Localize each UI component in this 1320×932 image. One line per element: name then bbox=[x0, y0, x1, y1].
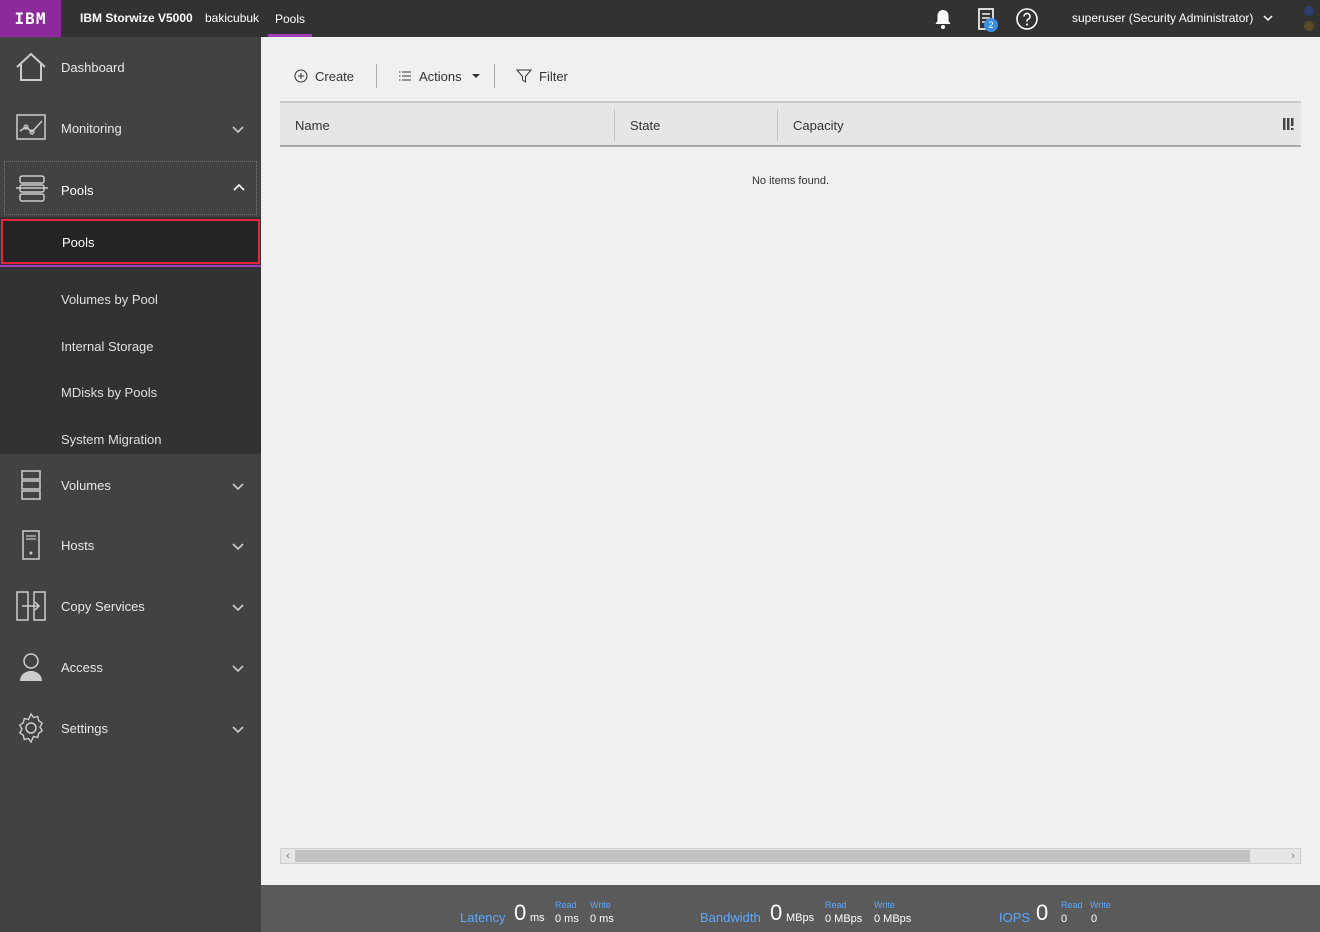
hosts-icon bbox=[22, 530, 40, 560]
submenu-item-label: Internal Storage bbox=[61, 339, 154, 354]
gear-icon bbox=[18, 712, 44, 744]
sidebar-item-pools[interactable]: Pools bbox=[4, 161, 257, 215]
submenu-item-mdisks-by-pools[interactable]: MDisks by Pools bbox=[0, 370, 261, 416]
sidebar-item-settings[interactable]: Settings bbox=[0, 698, 261, 758]
toolbar-divider bbox=[376, 64, 377, 88]
latency-write-value: 0 ms bbox=[590, 913, 614, 925]
filter-label: Filter bbox=[539, 68, 568, 84]
sidebar-item-label: Pools bbox=[61, 183, 94, 198]
iops-read-value: 0 bbox=[1061, 913, 1068, 925]
create-button[interactable]: Create bbox=[294, 66, 354, 86]
submenu-item-label: Volumes by Pool bbox=[61, 292, 158, 307]
scroll-right-icon[interactable]: › bbox=[1286, 849, 1300, 863]
bandwidth-write-label: Write bbox=[874, 900, 895, 910]
actions-label: Actions bbox=[419, 68, 462, 84]
bandwidth-write-value: 0 MBps bbox=[874, 913, 912, 925]
submenu-item-internal-storage[interactable]: Internal Storage bbox=[0, 324, 261, 370]
latency-unit: ms bbox=[530, 912, 545, 924]
submenu-item-volumes-by-pool[interactable]: Volumes by Pool bbox=[0, 277, 261, 323]
submenu-item-label: Pools bbox=[62, 235, 95, 250]
actions-button[interactable]: Actions bbox=[398, 66, 481, 86]
latency-write-label: Write bbox=[590, 900, 611, 910]
performance-bar: Latency 0 ms Read 0 ms Write 0 ms Bandwi… bbox=[261, 885, 1320, 932]
breadcrumb-pools[interactable]: Pools bbox=[268, 0, 313, 37]
sidebar-item-label: Hosts bbox=[61, 538, 95, 553]
bandwidth-read-label: Read bbox=[825, 900, 847, 910]
sidebar-item-monitoring[interactable]: Monitoring bbox=[0, 98, 261, 158]
column-settings-icon[interactable] bbox=[1282, 117, 1296, 131]
scrollbar-thumb[interactable] bbox=[295, 850, 1250, 862]
chevron-down-icon bbox=[232, 665, 244, 673]
column-header-state[interactable]: State bbox=[615, 103, 777, 145]
bandwidth-value: 0 bbox=[770, 900, 783, 925]
pools-icon bbox=[16, 175, 48, 202]
copy-services-icon bbox=[16, 591, 46, 621]
submenu-item-label: MDisks by Pools bbox=[61, 385, 158, 400]
column-header-capacity[interactable]: Capacity bbox=[778, 103, 1268, 145]
sidebar-item-label: Copy Services bbox=[61, 599, 145, 614]
list-icon bbox=[399, 71, 411, 81]
filter-icon bbox=[516, 69, 532, 83]
bell-icon[interactable] bbox=[931, 7, 955, 31]
top-bar: IBM IBM Storwize V5000 bakicubuk Pools 2… bbox=[0, 0, 1320, 37]
main-content: Create Actions Filter Name State Capacit… bbox=[261, 37, 1320, 885]
active-indicator bbox=[0, 265, 261, 267]
column-header-name[interactable]: Name bbox=[280, 103, 614, 145]
product-name: IBM Storwize V5000 bbox=[80, 11, 193, 25]
sidebar-item-hosts[interactable]: Hosts bbox=[0, 515, 261, 575]
iops-write-label: Write bbox=[1090, 900, 1111, 910]
help-icon[interactable] bbox=[1015, 7, 1039, 31]
iops-label: IOPS bbox=[999, 910, 1031, 925]
latency-value: 0 bbox=[514, 900, 527, 925]
submenu-item-label: System Migration bbox=[61, 432, 162, 447]
chevron-down-icon bbox=[232, 543, 244, 551]
sidebar-item-access[interactable]: Access bbox=[0, 637, 261, 697]
sidebar-item-label: Settings bbox=[61, 721, 108, 736]
sidebar-item-label: Volumes bbox=[61, 478, 111, 493]
sidebar: Dashboard Monitoring Pools Pools Volumes… bbox=[0, 37, 261, 932]
bandwidth-unit: MBps bbox=[786, 912, 815, 924]
table-header: Name State Capacity bbox=[280, 101, 1301, 147]
sidebar-item-label: Dashboard bbox=[61, 60, 125, 75]
bandwidth-label: Bandwidth bbox=[700, 910, 761, 925]
access-icon bbox=[20, 653, 42, 681]
system-name[interactable]: bakicubuk bbox=[205, 11, 259, 25]
chevron-down-icon bbox=[232, 726, 244, 734]
ibm-logo: IBM bbox=[0, 0, 61, 37]
iops-write-value: 0 bbox=[1091, 913, 1098, 925]
home-icon bbox=[16, 52, 46, 81]
latency-read-value: 0 ms bbox=[555, 913, 579, 925]
chevron-down-icon bbox=[232, 126, 244, 134]
empty-table-message: No items found. bbox=[751, 175, 830, 187]
submenu-item-pools[interactable]: Pools bbox=[1, 219, 260, 264]
volumes-icon bbox=[21, 470, 41, 500]
caret-down-icon bbox=[471, 74, 480, 78]
toolbar-divider bbox=[494, 64, 495, 88]
horizontal-scrollbar[interactable]: ‹ › bbox=[280, 848, 1301, 864]
chevron-down-icon bbox=[232, 604, 244, 612]
monitoring-icon bbox=[16, 114, 46, 140]
user-menu[interactable]: superuser (Security Administrator) bbox=[1072, 11, 1253, 25]
bandwidth-read-value: 0 MBps bbox=[825, 913, 863, 925]
sidebar-item-dashboard[interactable]: Dashboard bbox=[0, 37, 261, 97]
tasks-count-badge: 2 bbox=[984, 18, 998, 32]
sidebar-item-label: Monitoring bbox=[61, 121, 122, 136]
latency-read-label: Read bbox=[555, 900, 577, 910]
chevron-down-icon[interactable] bbox=[1261, 11, 1275, 25]
sidebar-item-copy-services[interactable]: Copy Services bbox=[0, 576, 261, 636]
status-dots-icon bbox=[1304, 6, 1314, 31]
latency-label: Latency bbox=[460, 910, 506, 925]
chevron-down-icon bbox=[232, 483, 244, 491]
pools-submenu: Pools Volumes by Pool Internal Storage M… bbox=[0, 217, 261, 454]
sidebar-item-volumes[interactable]: Volumes bbox=[0, 455, 261, 515]
toolbar: Create Actions Filter bbox=[280, 61, 1300, 91]
iops-value: 0 bbox=[1036, 900, 1049, 925]
chevron-up-icon bbox=[233, 183, 245, 191]
filter-button[interactable]: Filter bbox=[516, 66, 568, 86]
sidebar-item-label: Access bbox=[61, 660, 103, 675]
create-label: Create bbox=[315, 68, 355, 84]
plus-circle-icon bbox=[294, 69, 308, 83]
scroll-left-icon[interactable]: ‹ bbox=[281, 849, 295, 863]
iops-read-label: Read bbox=[1061, 900, 1083, 910]
